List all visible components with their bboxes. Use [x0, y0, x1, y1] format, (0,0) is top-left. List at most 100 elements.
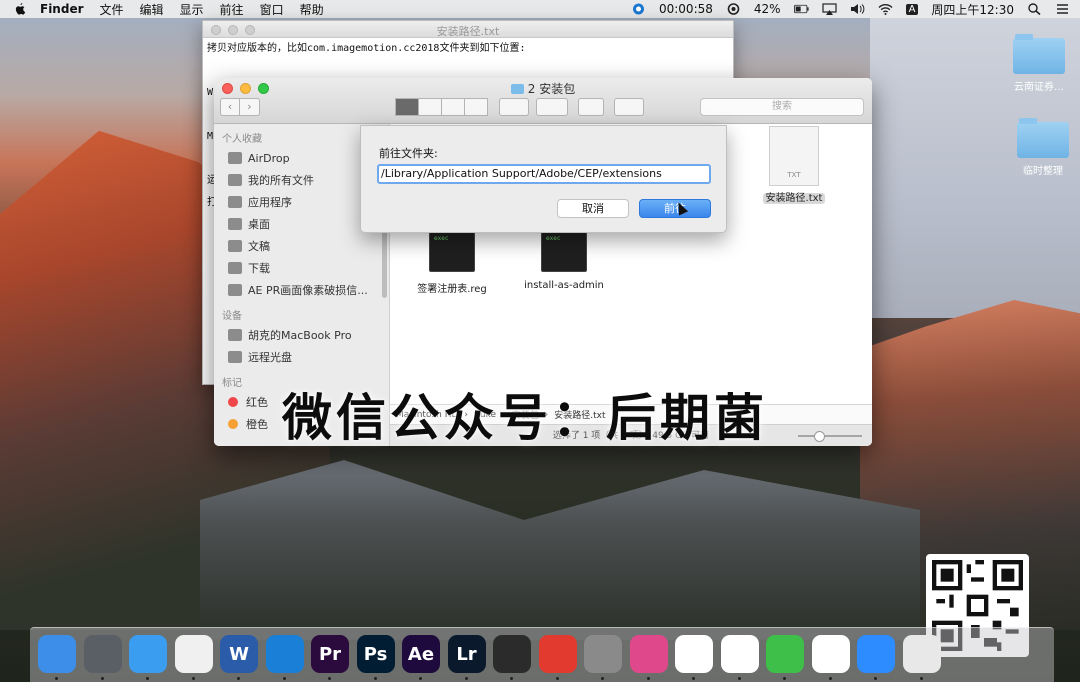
search-field[interactable]: 搜索 [700, 98, 864, 116]
disc-icon [228, 351, 242, 363]
volume-icon[interactable] [850, 3, 865, 15]
safari-icon[interactable] [129, 635, 167, 673]
file-item[interactable]: exec install-as-admin [514, 232, 614, 291]
battery-icon[interactable] [793, 3, 809, 15]
menu-window[interactable]: 窗口 [260, 1, 284, 18]
menu-bar: Finder 文件 编辑 显示 前往 窗口 帮助 00:00:58 42% A … [0, 0, 1080, 18]
qq-icon[interactable] [675, 635, 713, 673]
running-indicator [373, 677, 377, 680]
sidebar-item-devices[interactable]: 远程光盘 [214, 346, 389, 368]
folder-icon [510, 84, 524, 94]
txt-file-icon: TXT [769, 126, 819, 186]
launchpad-icon[interactable] [83, 635, 122, 673]
menu-clock[interactable]: 周四上午12:30 [931, 1, 1014, 18]
photoshop-icon[interactable]: Ps [356, 635, 395, 673]
after-effects-icon[interactable]: Ae [402, 635, 440, 673]
notification-center-icon[interactable] [1055, 3, 1070, 15]
file-item-selected[interactable]: TXT 安装路径.txt [744, 126, 844, 204]
exec-file-icon: exec [429, 232, 475, 272]
screen-recorder-icon[interactable] [265, 635, 304, 673]
watermark-text: 微信公众号：后期菌 [282, 389, 768, 447]
menu-view[interactable]: 显示 [180, 1, 204, 18]
lightroom-icon[interactable]: Lr [447, 635, 486, 673]
share-button[interactable] [578, 98, 604, 116]
battery-percent: 42% [753, 2, 781, 16]
goto-folder-sheet: 前往文件夹: /Library/Application Support/Adob… [360, 125, 727, 233]
recording-icon[interactable] [631, 3, 646, 15]
sidebar-item-label: AirDrop [248, 151, 290, 165]
forward-button[interactable]: › [240, 98, 260, 116]
finder-title-text: 2 安装包 [527, 82, 576, 96]
preview-icon[interactable] [902, 635, 941, 673]
desktop-folder[interactable]: 云南证券… [1004, 34, 1074, 93]
creative-cloud-icon[interactable] [726, 3, 741, 15]
menu-help[interactable]: 帮助 [300, 1, 324, 18]
desktop-folder-label: 云南证券… [1014, 82, 1064, 93]
airdrop-icon [228, 152, 242, 164]
list-view-button[interactable] [418, 98, 442, 116]
sidebar-item-favorites[interactable]: 下载 [214, 257, 389, 279]
icon-size-slider[interactable] [798, 431, 862, 442]
tags-button[interactable] [614, 98, 644, 116]
sidebar-item-label: 远程光盘 [248, 351, 292, 364]
nav-buttons: ‹ › [220, 98, 260, 116]
running-indicator [919, 677, 923, 680]
coverflow-view-button[interactable] [464, 98, 488, 116]
dock: W Pr Ps Ae Lr [30, 627, 1054, 682]
column-view-button[interactable] [441, 98, 465, 116]
finder-title: 2 安装包 [214, 80, 872, 97]
desktop-folder[interactable]: 临时整理 [1008, 118, 1078, 177]
running-indicator [692, 677, 695, 680]
system-preferences-icon[interactable] [584, 635, 622, 673]
apple-menu-icon[interactable] [14, 2, 26, 16]
recording-timer: 00:00:58 [658, 2, 713, 16]
folder-icon [1013, 34, 1065, 74]
text-editor-titlebar[interactable]: 安装路径.txt [203, 21, 733, 38]
menu-file[interactable]: 文件 [100, 1, 124, 18]
running-indicator [555, 677, 559, 680]
running-indicator [510, 677, 513, 680]
baidu-netdisk-icon[interactable] [811, 635, 850, 673]
goto-folder-input[interactable]: /Library/Application Support/Adobe/CEP/e… [377, 164, 711, 184]
menu-edit[interactable]: 编辑 [140, 1, 164, 18]
desktop-folder-label: 临时整理 [1023, 166, 1063, 177]
sidebar-item-label: 橙色 [246, 418, 268, 431]
chrome-icon[interactable] [720, 635, 759, 673]
cleanmymac-icon[interactable] [629, 635, 668, 673]
action-gear-button[interactable] [536, 98, 568, 116]
sidebar-item-devices[interactable]: 胡克的MacBook Pro [214, 324, 389, 346]
menu-go[interactable]: 前往 [220, 1, 244, 18]
sidebar-item-label: AE PR画面像素破损信... [248, 284, 368, 297]
tag-color-dot-icon [228, 397, 238, 407]
facetime-icon[interactable] [766, 635, 804, 673]
running-indicator [601, 677, 604, 680]
wifi-icon[interactable] [878, 3, 893, 15]
icon-view-button[interactable] [395, 98, 419, 116]
zoom-icon[interactable] [857, 635, 895, 673]
input-method-indicator[interactable]: A [905, 3, 919, 15]
sidebar-item-label: 我的所有文件 [248, 174, 314, 187]
exec-file-icon: exec [541, 232, 587, 272]
file-label: 安装路径.txt [762, 193, 826, 204]
menu-app-finder[interactable]: Finder [40, 2, 84, 16]
sidebar-item-label: 下载 [248, 262, 270, 275]
file-item[interactable]: exec 签署注册表.reg [402, 232, 502, 295]
applications-icon [228, 196, 242, 208]
documents-icon [228, 240, 242, 252]
premiere-icon[interactable]: Pr [311, 635, 349, 673]
sidebar-item-label: 应用程序 [248, 196, 292, 209]
sidebar-item-favorites[interactable]: AE PR画面像素破损信... [214, 279, 389, 301]
airplay-icon[interactable] [821, 3, 837, 15]
sidebar-item-favorites[interactable]: 文稿 [214, 235, 389, 257]
word-icon[interactable]: W [220, 635, 258, 673]
arrange-button[interactable] [499, 98, 529, 116]
file-label: install-as-admin [524, 280, 604, 291]
back-button[interactable]: ‹ [220, 98, 240, 116]
netease-music-icon[interactable] [538, 635, 577, 673]
final-cut-icon[interactable] [493, 635, 531, 673]
search-icon[interactable] [1027, 3, 1042, 15]
cancel-button[interactable]: 取消 [557, 199, 629, 218]
folder-icon [228, 284, 242, 296]
photos-icon[interactable] [174, 635, 213, 673]
finder-icon[interactable] [38, 635, 76, 673]
